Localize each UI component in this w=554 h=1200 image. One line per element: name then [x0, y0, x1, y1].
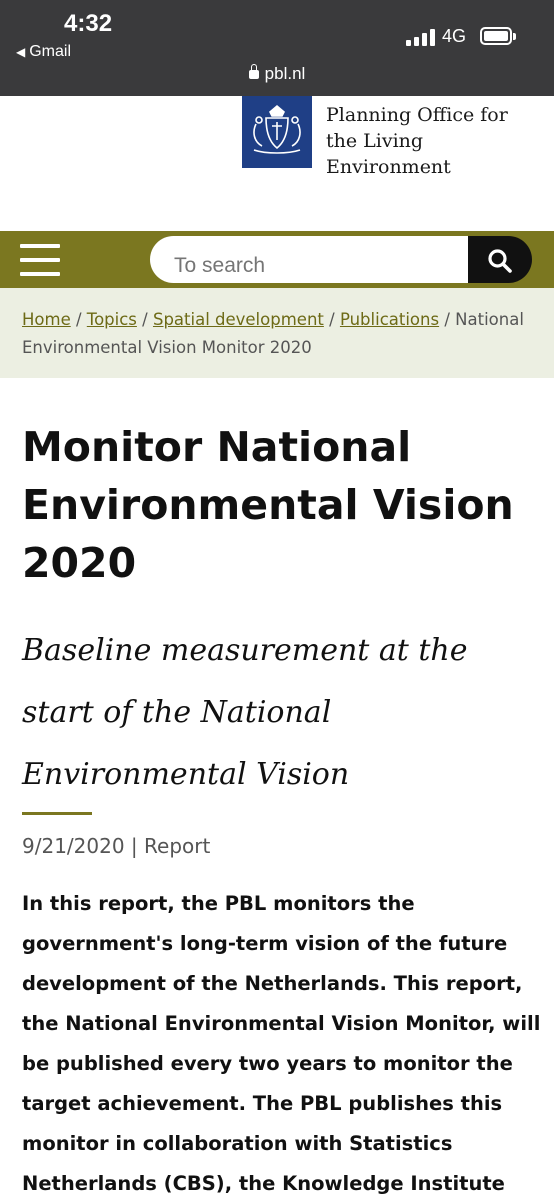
breadcrumb-publications[interactable]: Publications — [340, 310, 439, 329]
breadcrumb-home[interactable]: Home — [22, 310, 71, 329]
publication-type: Report — [144, 834, 211, 858]
breadcrumb-topics[interactable]: Topics — [87, 310, 137, 329]
back-arrow-icon: ◀ — [16, 45, 26, 59]
breadcrumb-separator: / — [329, 310, 335, 329]
page-title: Monitor National Environmental Vision 20… — [22, 423, 514, 587]
url-bar[interactable]: pbl.nl — [0, 64, 554, 84]
signal-icon — [406, 28, 436, 46]
publication-meta: 9/21/2020 | Report — [22, 834, 211, 858]
search-icon — [488, 249, 512, 273]
lock-icon — [248, 64, 259, 79]
breadcrumb-spatial-development[interactable]: Spatial development — [153, 310, 324, 329]
nav-bar — [0, 231, 554, 288]
back-app-label: Gmail — [29, 43, 72, 60]
search-button[interactable] — [468, 236, 532, 283]
lead-paragraph: In this report, the PBL monitors the gov… — [22, 892, 541, 1195]
breadcrumb-separator: / — [142, 310, 148, 329]
battery-icon — [480, 27, 516, 45]
logo-line-2: the Living — [326, 130, 424, 152]
title-divider — [22, 812, 92, 815]
search-input[interactable] — [150, 236, 470, 283]
network-type: 4G — [442, 26, 467, 46]
breadcrumb-separator: / — [444, 310, 450, 329]
clock: 4:32 — [64, 10, 113, 37]
breadcrumb: Home / Topics / Spatial development / Pu… — [0, 288, 554, 378]
url-text: pbl.nl — [264, 64, 306, 83]
hamburger-icon[interactable] — [20, 244, 60, 276]
breadcrumb-separator: / — [75, 310, 82, 329]
back-to-app-link[interactable]: ◀ Gmail — [16, 43, 71, 61]
coat-of-arms-icon — [242, 96, 312, 168]
page-subtitle: Baseline measurement at the start of the… — [22, 633, 468, 792]
logo-line-3: Environment — [326, 156, 451, 178]
status-bar: 4:32 ◀ Gmail 4G pbl.nl — [0, 0, 554, 96]
logo-text: Planning Office for the Living Environme… — [326, 102, 554, 180]
logo-line-1: Planning Office for — [326, 104, 508, 126]
publication-date: 9/21/2020 — [22, 834, 125, 858]
